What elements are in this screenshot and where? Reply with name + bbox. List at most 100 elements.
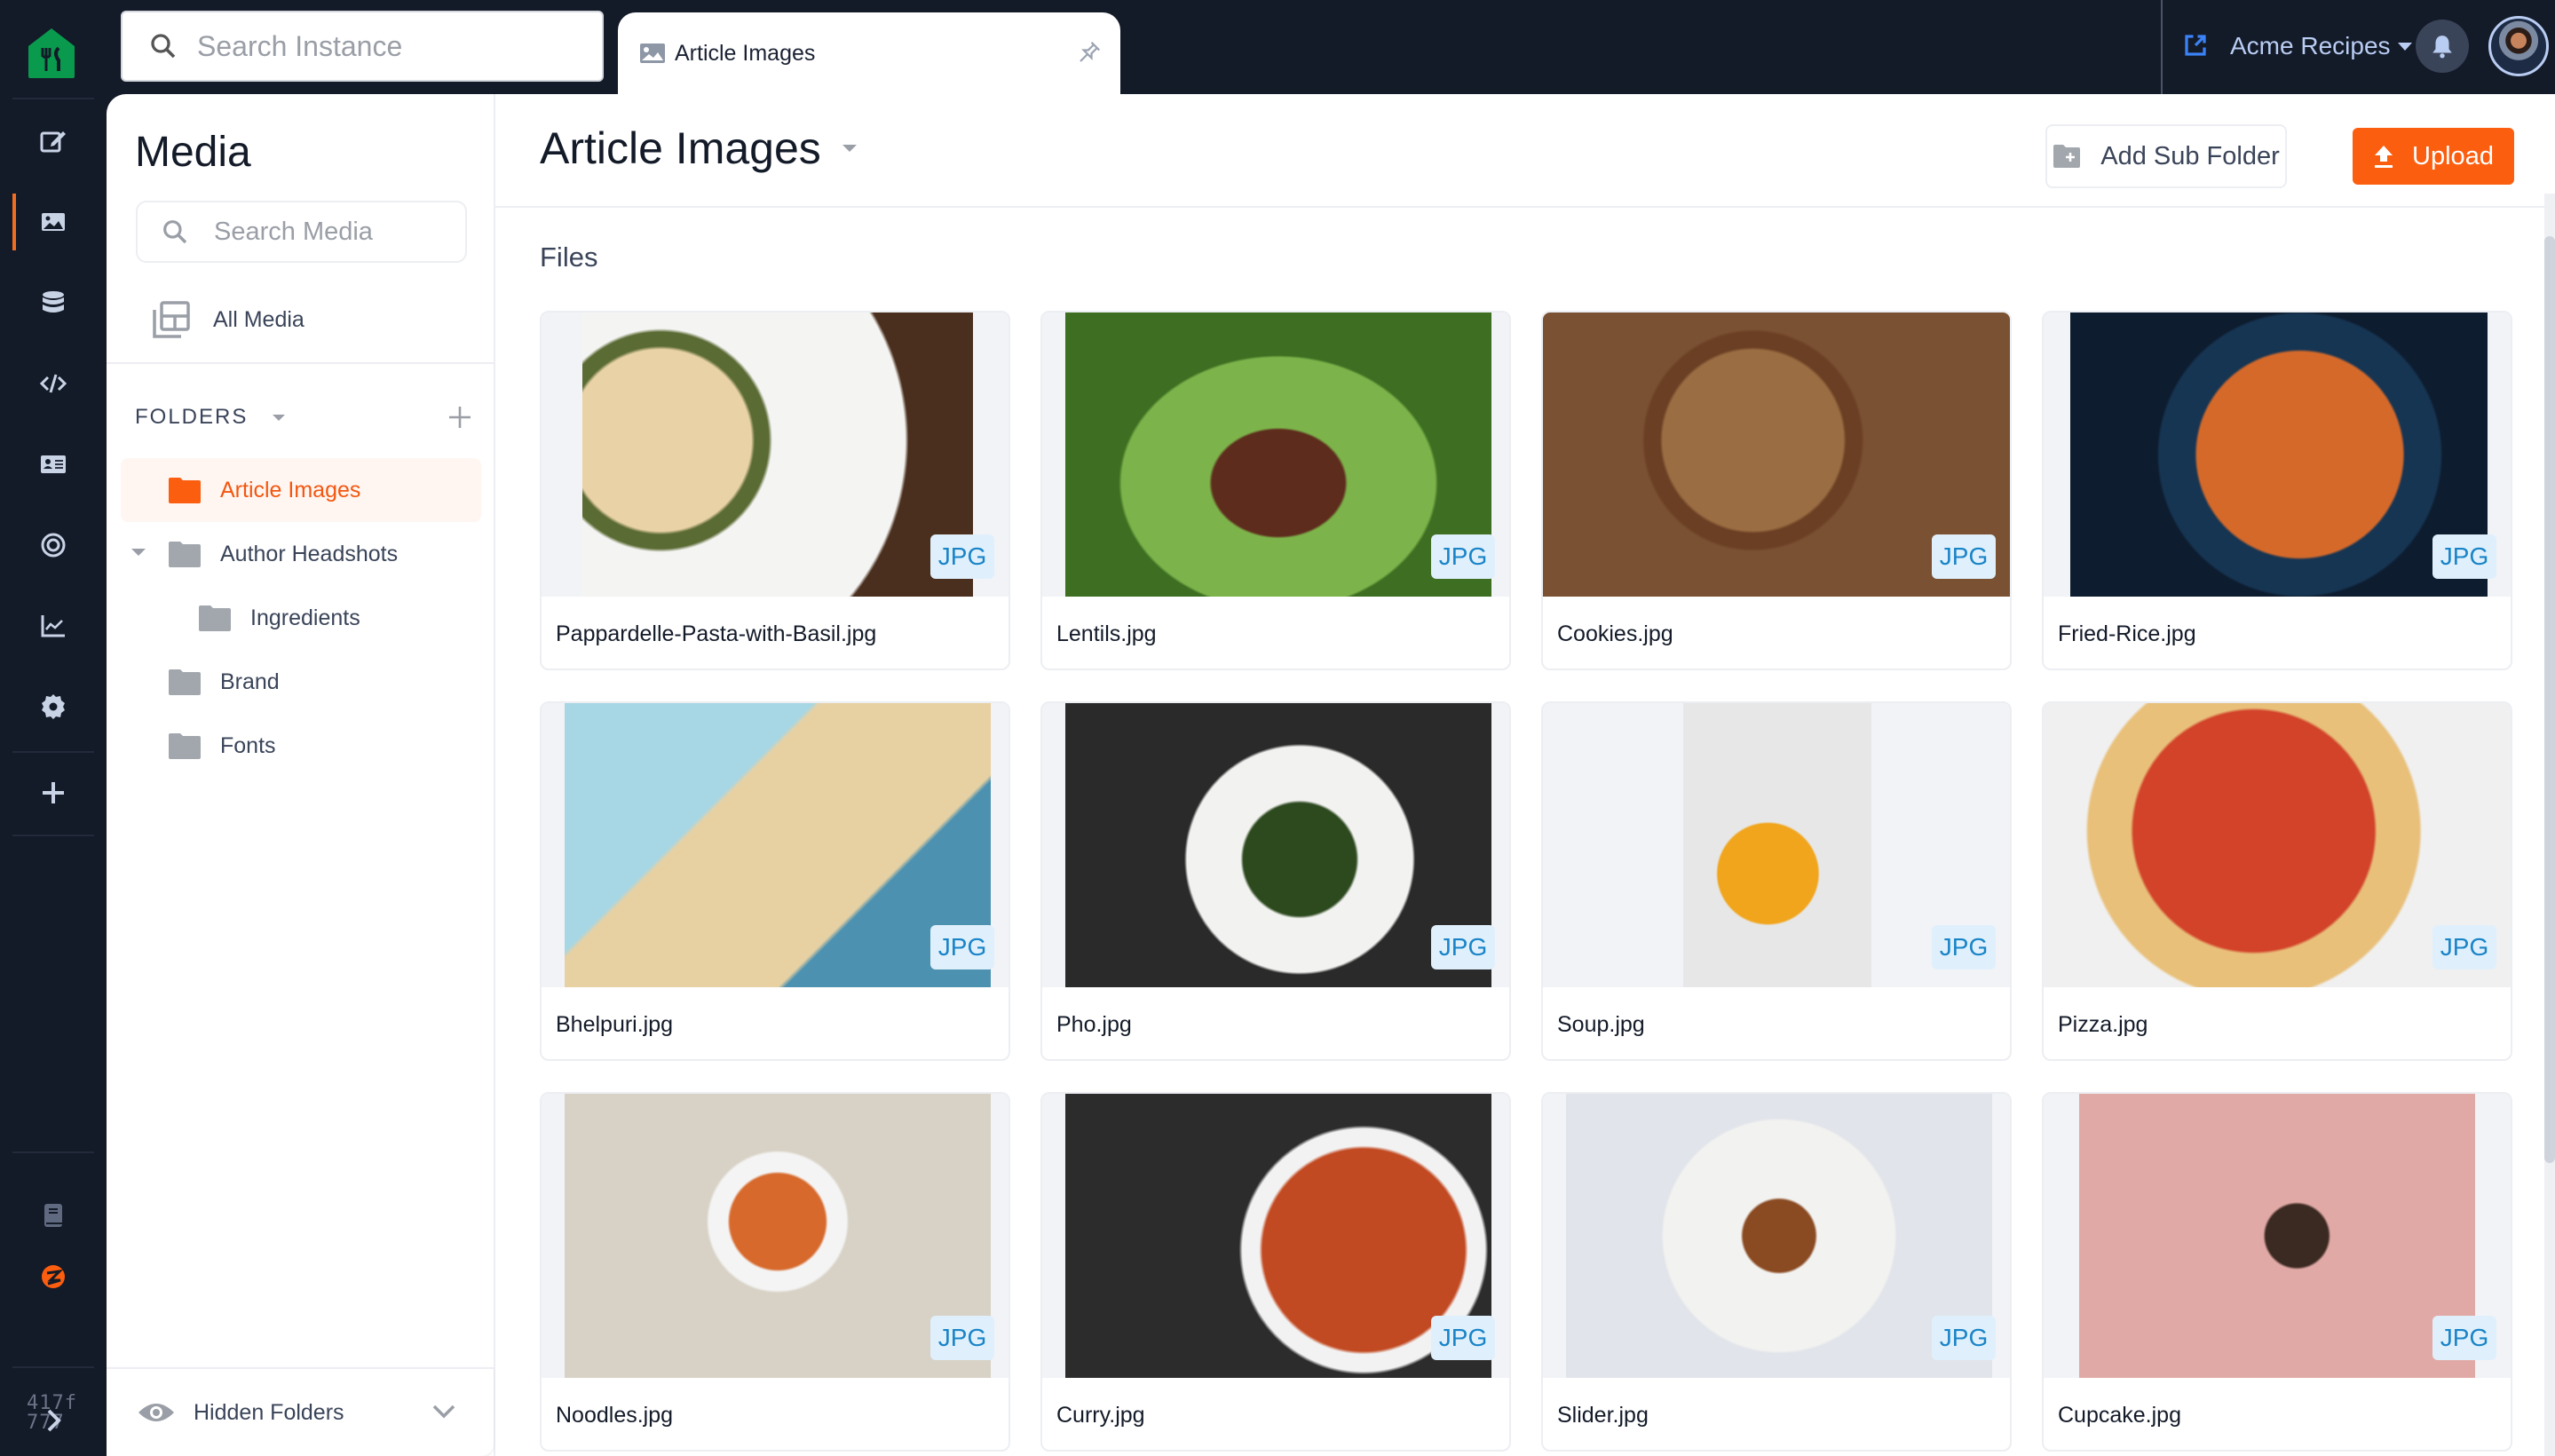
rail-divider: [12, 1151, 94, 1153]
upload-label: Upload: [2412, 141, 2494, 170]
instance-search[interactable]: [121, 11, 604, 82]
database-icon: [43, 291, 64, 313]
expand-rail-button[interactable]: [12, 1403, 94, 1438]
folder-icon: [169, 542, 201, 567]
file-thumbnail: JPG: [542, 313, 1009, 597]
rail-item-docs[interactable]: [12, 1198, 94, 1233]
file-card[interactable]: JPG Lentils.jpg: [1040, 311, 1511, 670]
add-sub-folder-label: Add Sub Folder: [2100, 141, 2280, 170]
file-image: [1566, 1094, 1992, 1378]
file-card[interactable]: JPG Soup.jpg: [1541, 701, 2012, 1061]
folder-icon: [169, 669, 201, 695]
file-thumbnail: JPG: [1543, 1094, 2010, 1378]
file-type-badge: JPG: [1932, 534, 1996, 579]
folders-header-label: FOLDERS: [135, 405, 249, 429]
expand-caret-icon[interactable]: [131, 549, 146, 556]
image-icon: [640, 44, 665, 63]
folder-item-brand[interactable]: Brand: [121, 650, 481, 714]
rail-divider: [12, 835, 94, 836]
folder-plus-icon: [2053, 145, 2081, 168]
rail-item-reports[interactable]: [12, 608, 94, 644]
instance-search-input[interactable]: [197, 29, 552, 63]
top-bar: Article Images Acme Recipes: [0, 0, 2555, 94]
folder-icon: [169, 478, 201, 503]
user-avatar[interactable]: [2488, 16, 2549, 76]
notifications-button[interactable]: [2416, 20, 2469, 73]
gallery-icon: [153, 301, 190, 338]
header-divider: [495, 206, 2555, 208]
rail-item-media[interactable]: [12, 194, 94, 250]
folder-label: Article Images: [220, 478, 361, 502]
hidden-folders-label: Hidden Folders: [194, 1399, 344, 1425]
media-search[interactable]: [136, 201, 467, 263]
rail-divider: [12, 1366, 94, 1368]
folder-item-author-headshots[interactable]: Author Headshots: [121, 522, 481, 586]
folder-label: Ingredients: [250, 605, 360, 630]
files-section-label: Files: [540, 241, 598, 273]
folder-item-article-images[interactable]: Article Images: [121, 458, 481, 522]
file-type-badge: JPG: [930, 534, 994, 579]
org-switcher[interactable]: Acme Recipes: [2230, 27, 2412, 66]
rail-item-schema[interactable]: [12, 285, 94, 320]
file-card[interactable]: JPG Pappardelle-Pasta-with-Basil.jpg: [540, 311, 1010, 670]
file-thumbnail: JPG: [1042, 703, 1509, 987]
scrollbar[interactable]: [2544, 194, 2555, 1456]
rail-item-developers[interactable]: [12, 366, 94, 401]
folder-icon: [199, 605, 231, 631]
file-card[interactable]: JPG Noodles.jpg: [540, 1092, 1010, 1452]
media-title: Media: [135, 129, 251, 176]
file-card[interactable]: JPG Cookies.jpg: [1541, 311, 2012, 670]
folders-header: FOLDERS: [135, 400, 472, 435]
folder-item-fonts[interactable]: Fonts: [121, 714, 481, 778]
file-name: Bhelpuri.jpg: [556, 1012, 674, 1037]
plus-icon: [43, 782, 64, 803]
file-card[interactable]: JPG Slider.jpg: [1541, 1092, 2012, 1452]
file-image: [1065, 1094, 1491, 1378]
brand-logo-icon: [42, 1265, 65, 1288]
rail-item-entries[interactable]: [12, 123, 94, 159]
book-icon: [44, 1204, 62, 1227]
main-content: Article Images Add Sub Folder Upload Fil…: [495, 94, 2555, 1456]
upload-button[interactable]: Upload: [2353, 128, 2514, 185]
app-logo-icon[interactable]: [27, 27, 76, 80]
hidden-folders-toggle[interactable]: Hidden Folders: [107, 1367, 494, 1456]
file-name: Fried-Rice.jpg: [2058, 621, 2196, 646]
all-media-link[interactable]: All Media: [153, 298, 305, 341]
rail-item-product[interactable]: [12, 1259, 94, 1294]
file-thumbnail: JPG: [1042, 313, 1509, 597]
file-thumbnail: JPG: [2044, 703, 2511, 987]
file-name: Curry.jpg: [1056, 1403, 1145, 1428]
folder-label: Brand: [220, 669, 280, 694]
file-card[interactable]: JPG Curry.jpg: [1040, 1092, 1511, 1452]
external-link-icon[interactable]: [2182, 32, 2209, 59]
pin-icon[interactable]: [1076, 39, 1103, 66]
file-thumbnail: JPG: [1543, 313, 2010, 597]
media-search-input[interactable]: [214, 217, 445, 247]
contact-card-icon: [41, 455, 66, 473]
file-card[interactable]: JPG Cupcake.jpg: [2042, 1092, 2512, 1452]
file-card[interactable]: JPG Bhelpuri.jpg: [540, 701, 1010, 1061]
file-card[interactable]: JPG Pho.jpg: [1040, 701, 1511, 1061]
folder-title[interactable]: Article Images: [540, 123, 857, 174]
rail-item-releases[interactable]: [12, 527, 94, 563]
file-image: [1065, 313, 1491, 597]
chevron-down-icon[interactable]: [842, 145, 857, 152]
tab-article-images[interactable]: Article Images: [618, 12, 1120, 94]
file-thumbnail: JPG: [2044, 1094, 2511, 1378]
file-type-badge: JPG: [930, 925, 994, 969]
rail-item-add[interactable]: [12, 775, 94, 811]
rail-item-users[interactable]: [12, 447, 94, 482]
chevron-down-icon[interactable]: [273, 414, 286, 421]
rail-item-settings[interactable]: [12, 689, 94, 724]
add-folder-icon[interactable]: [447, 405, 472, 430]
file-type-badge: JPG: [1431, 925, 1495, 969]
file-type-badge: JPG: [930, 1316, 994, 1360]
file-type-badge: JPG: [2432, 534, 2496, 579]
file-card[interactable]: JPG Fried-Rice.jpg: [2042, 311, 2512, 670]
folder-item-ingredients[interactable]: Ingredients: [121, 586, 481, 650]
file-image: [1065, 703, 1491, 987]
add-sub-folder-button[interactable]: Add Sub Folder: [2045, 124, 2287, 188]
file-name: Pho.jpg: [1056, 1012, 1132, 1037]
file-card[interactable]: JPG Pizza.jpg: [2042, 701, 2512, 1061]
scrollbar-thumb[interactable]: [2544, 236, 2555, 1163]
